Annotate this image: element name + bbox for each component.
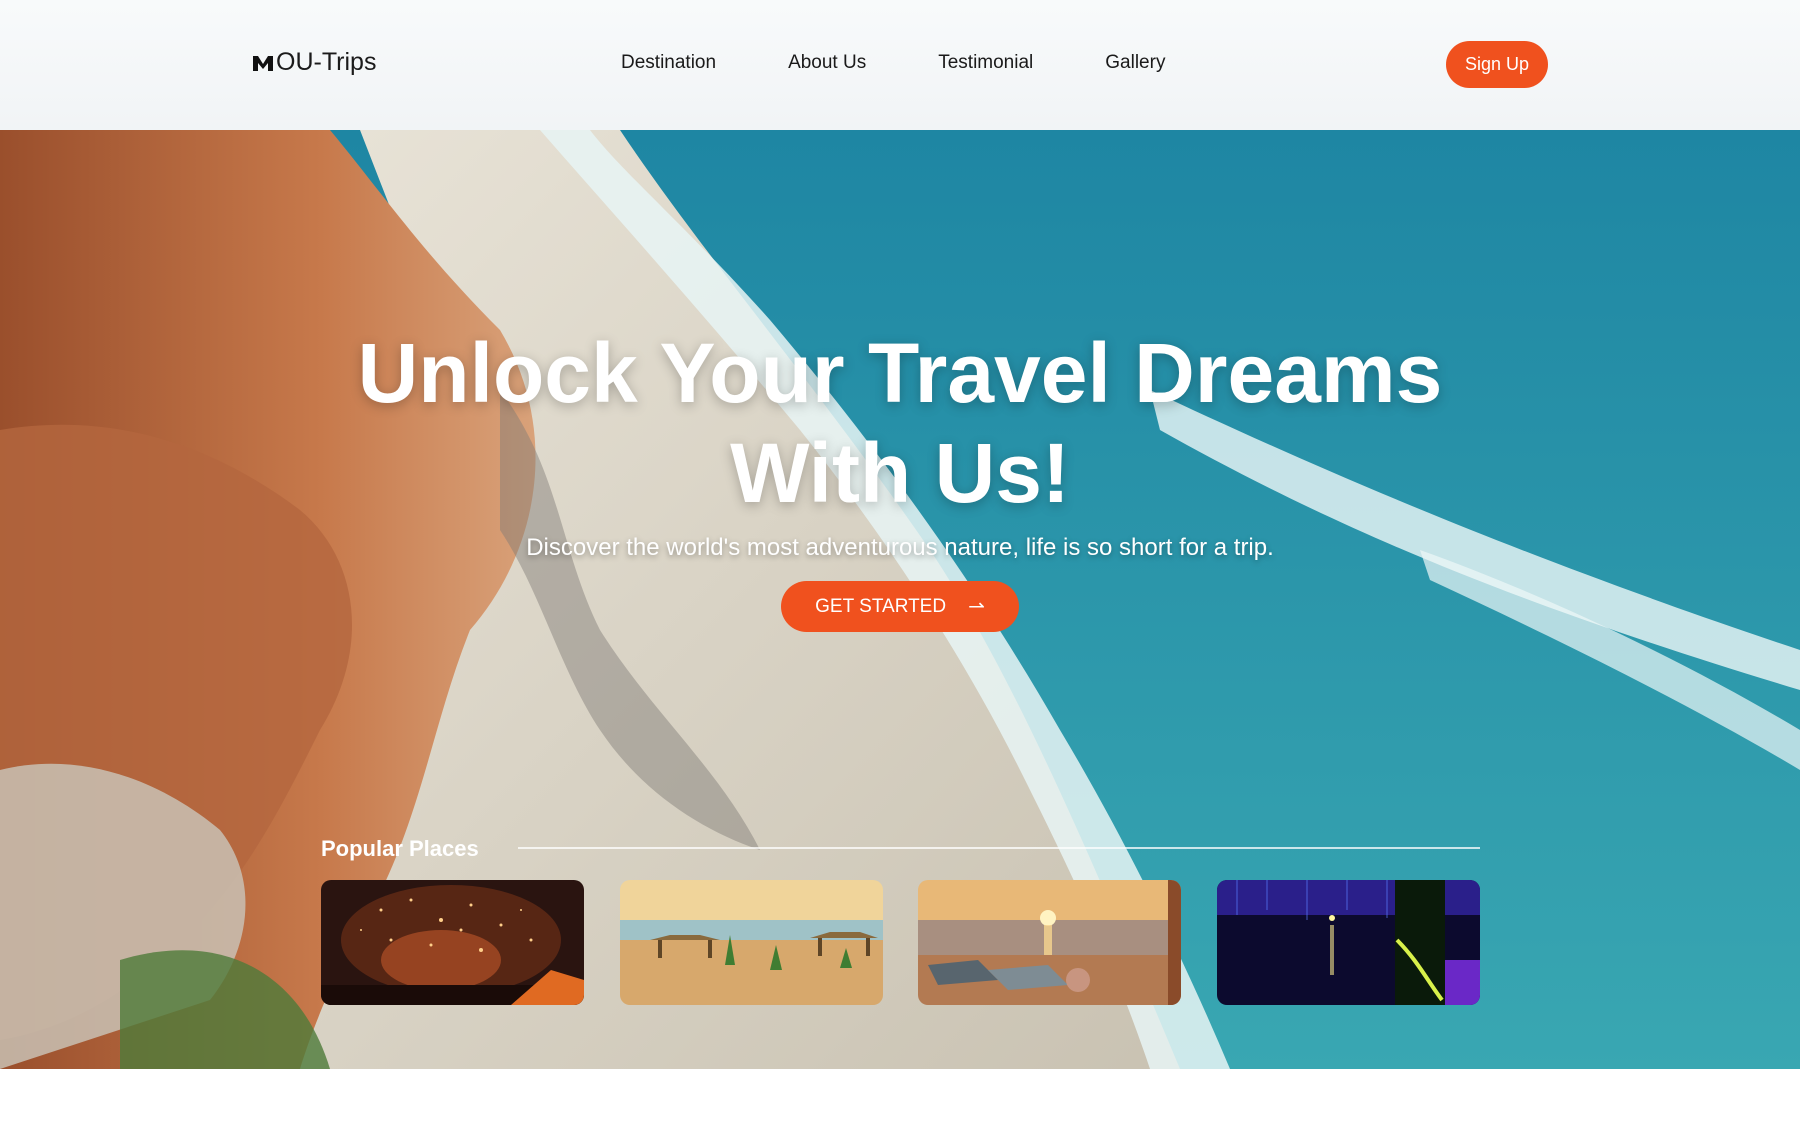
brand-logo[interactable]: OU-Trips (252, 48, 376, 77)
brand-name: OU-Trips (276, 48, 377, 76)
site-header: OU-Trips Destination About Us Testimonia… (0, 0, 1800, 130)
nav-testimonial[interactable]: Testimonial (938, 52, 1033, 74)
hero-subtitle: Discover the world's most adventurous na… (526, 534, 1274, 561)
nav-about-us[interactable]: About Us (788, 52, 866, 74)
get-started-button[interactable]: GET STARTED ⇀ (781, 581, 1019, 632)
hero-section: Unlock Your Travel Dreams With Us! Disco… (0, 130, 1800, 1069)
main-nav: Destination About Us Testimonial Gallery (621, 52, 1165, 74)
hero-title: Unlock Your Travel Dreams With Us! (0, 323, 1800, 523)
place-card-fireworks[interactable] (321, 880, 584, 1005)
fireworks-image (321, 880, 584, 1005)
place-card-beach-huts[interactable] (620, 880, 883, 1005)
glowing-night-image (1217, 880, 1480, 1005)
beach-huts-image (620, 880, 883, 1005)
popular-places-title: Popular Places (321, 836, 479, 861)
popular-places-divider (518, 847, 1480, 849)
sunset-shore-image (918, 880, 1181, 1005)
sign-up-button[interactable]: Sign Up (1446, 41, 1548, 88)
hero-title-line-2: With Us! (730, 426, 1070, 520)
nav-destination[interactable]: Destination (621, 52, 716, 74)
place-card-glowing-night[interactable] (1217, 880, 1480, 1005)
get-started-label: GET STARTED (815, 595, 947, 617)
place-card-sunset-shore[interactable] (918, 880, 1181, 1005)
arrow-right-icon: ⇀ (968, 596, 985, 618)
nav-gallery[interactable]: Gallery (1105, 52, 1165, 74)
logo-mark-icon (253, 55, 273, 71)
hero-title-line-1: Unlock Your Travel Dreams (357, 326, 1443, 420)
